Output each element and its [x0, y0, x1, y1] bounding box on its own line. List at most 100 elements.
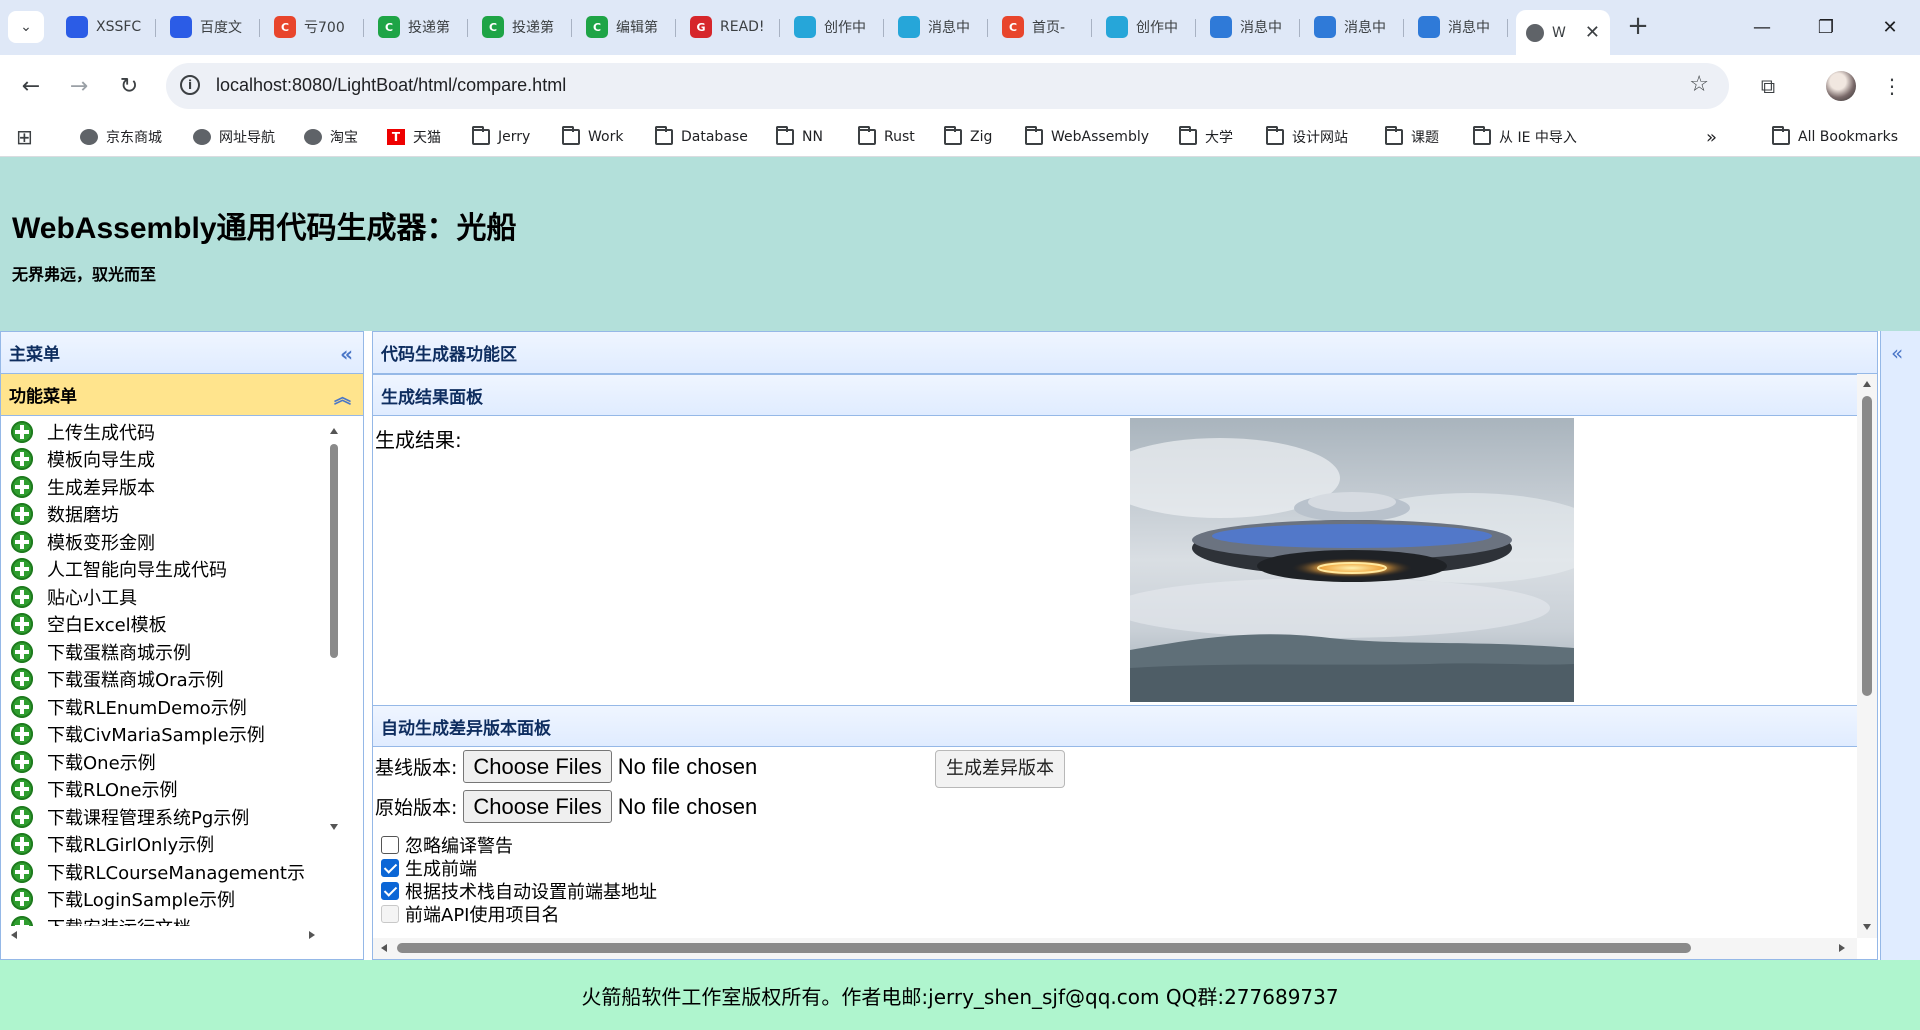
collapse-left-icon[interactable]: «	[340, 342, 353, 366]
menu-horizontal-scrollbar[interactable]	[3, 926, 325, 944]
menu-item[interactable]: 下载蛋糕商城示例	[3, 638, 347, 666]
menu-item[interactable]: 下载RLEnumDemo示例	[3, 693, 347, 721]
tab-search-chevron-icon[interactable]: ⌄	[8, 11, 44, 43]
back-button[interactable]: ←	[14, 69, 48, 103]
menu-item-label: 下载蛋糕商城Ora示例	[47, 670, 224, 692]
bookmark-item[interactable]: WebAssembly	[1025, 126, 1149, 148]
tab-label: 编辑第	[616, 20, 658, 36]
browser-tab[interactable]: 消息中	[888, 10, 988, 44]
apps-grid-icon[interactable]: ⊞	[16, 125, 33, 149]
menu-item[interactable]: 空白Excel模板	[3, 611, 347, 639]
site-info-icon[interactable]: i	[180, 75, 200, 95]
forward-button[interactable]: →	[62, 69, 96, 103]
option-checkbox[interactable]	[381, 905, 399, 923]
bookmark-label: WebAssembly	[1051, 129, 1149, 145]
option-checkbox[interactable]	[381, 859, 399, 877]
option-label: 前端API使用项目名	[405, 905, 560, 926]
browser-tab[interactable]: 消息中	[1408, 10, 1508, 44]
menu-item[interactable]: 下载CivMariaSample示例	[3, 721, 347, 749]
menu-item[interactable]: 生成差异版本	[3, 473, 347, 501]
accordion-function-menu[interactable]: 功能菜单 ︽	[1, 374, 363, 416]
close-tab-icon[interactable]: ✕	[1585, 22, 1600, 43]
bookmark-item[interactable]: Zig	[944, 126, 992, 148]
menu-item[interactable]: 下载蛋糕商城Ora示例	[3, 666, 347, 694]
bookmark-item[interactable]: 课题	[1385, 126, 1439, 148]
bookmarks-overflow-icon[interactable]: »	[1706, 126, 1717, 148]
browser-tab[interactable]: C 亏700	[264, 10, 364, 44]
bookmark-item[interactable]: Jerry	[472, 126, 530, 148]
main-horizontal-scrollbar[interactable]	[373, 938, 1857, 959]
tab-label: 消息中	[1240, 20, 1282, 36]
menu-item[interactable]: 下载RLOne示例	[3, 776, 347, 804]
right-collapsed-panel: «	[1880, 331, 1920, 960]
menu-item[interactable]: 模板向导生成	[3, 446, 347, 474]
tab-active[interactable]: W ✕	[1516, 10, 1610, 55]
main-vertical-scrollbar[interactable]	[1857, 374, 1877, 938]
result-panel-header: 生成结果面板	[373, 374, 1857, 416]
browser-tab[interactable]: 消息中	[1304, 10, 1404, 44]
menu-item[interactable]: 模板变形金刚	[3, 528, 347, 556]
browser-tab[interactable]: 创作中	[1096, 10, 1196, 44]
plus-icon	[11, 695, 33, 718]
option-checkbox[interactable]	[381, 882, 399, 900]
menu-item[interactable]: 下载课程管理系统Pg示例	[3, 803, 347, 831]
tv-icon	[898, 16, 920, 38]
browser-tab[interactable]: C 首页-	[992, 10, 1092, 44]
bookmark-item[interactable]: NN	[776, 126, 823, 148]
menu-item-label: 下载蛋糕商城示例	[47, 642, 191, 664]
new-tab-button[interactable]: +	[1622, 11, 1654, 43]
restore-button[interactable]: ❐	[1794, 0, 1858, 55]
close-window-button[interactable]: ✕	[1858, 0, 1920, 55]
bookmark-item[interactable]: 网址导航	[193, 126, 275, 148]
plus-icon	[11, 475, 33, 498]
menu-item[interactable]: 下载One示例	[3, 748, 347, 776]
browser-tab[interactable]: C 编辑第	[576, 10, 676, 44]
extensions-icon[interactable]: ⧉	[1751, 69, 1785, 103]
baseline-choose-files-button[interactable]: Choose Files	[463, 750, 612, 783]
menu-vertical-scrollbar[interactable]	[325, 420, 343, 920]
browser-tab[interactable]: C 投递第	[368, 10, 468, 44]
bookmark-item[interactable]: 设计网站	[1266, 126, 1348, 148]
menu-item[interactable]: 人工智能向导生成代码	[3, 556, 347, 584]
menu-item[interactable]: 贴心小工具	[3, 583, 347, 611]
address-bar[interactable]: i localhost:8080/LightBoat/html/compare.…	[166, 63, 1729, 109]
reload-button[interactable]: ↻	[112, 69, 146, 103]
tab-label: 投递第	[408, 20, 450, 36]
browser-tab[interactable]: C 投递第	[472, 10, 572, 44]
browser-tab[interactable]: G READ!	[680, 10, 780, 44]
original-row: 原始版本: Choose Files No file chosen	[375, 790, 757, 823]
all-bookmarks[interactable]: All Bookmarks	[1772, 126, 1898, 148]
menu-item[interactable]: 上传生成代码	[3, 418, 347, 446]
original-choose-files-button[interactable]: Choose Files	[463, 790, 612, 823]
bookmark-item[interactable]: Rust	[858, 126, 915, 148]
bookmark-item[interactable]: 大学	[1179, 126, 1233, 148]
option-checkbox[interactable]	[381, 836, 399, 854]
generate-diff-button[interactable]: 生成差异版本	[935, 750, 1065, 788]
menu-item[interactable]: 数据磨坊	[3, 501, 347, 529]
bookmark-label: 大学	[1205, 130, 1233, 146]
browser-tab[interactable]: XSSFC	[56, 10, 156, 44]
bookmark-item[interactable]: 京东商城	[80, 126, 162, 148]
minimize-button[interactable]: —	[1730, 0, 1794, 55]
collapse-up-icon[interactable]: ︽	[334, 383, 351, 408]
expand-right-icon[interactable]: «	[1891, 341, 1903, 365]
folder-icon	[562, 126, 580, 145]
bookmark-item[interactable]: 淘宝	[304, 126, 358, 148]
browser-tab[interactable]: 百度文	[160, 10, 260, 44]
browser-tab[interactable]: 消息中	[1200, 10, 1300, 44]
robot-icon	[1210, 16, 1232, 38]
bookmark-star-icon[interactable]: ☆	[1689, 72, 1709, 97]
profile-avatar[interactable]	[1826, 71, 1856, 101]
browser-tab[interactable]: 创作中	[784, 10, 884, 44]
menu-item[interactable]: 下载RLCourseManagement示	[3, 858, 347, 886]
menu-item-label: 人工智能向导生成代码	[47, 560, 227, 582]
bookmark-item[interactable]: Database	[655, 126, 748, 148]
menu-kebab-icon[interactable]: ⋮	[1875, 69, 1909, 103]
menu-item[interactable]: 下载RLGirlOnly示例	[3, 831, 347, 859]
original-label: 原始版本:	[375, 797, 458, 819]
bookmark-item[interactable]: T 天猫	[387, 126, 441, 148]
site-logo-icon: G	[690, 16, 712, 38]
bookmark-item[interactable]: 从 IE 中导入	[1473, 126, 1577, 148]
bookmark-item[interactable]: Work	[562, 126, 623, 148]
menu-item[interactable]: 下载LoginSample示例	[3, 886, 347, 914]
